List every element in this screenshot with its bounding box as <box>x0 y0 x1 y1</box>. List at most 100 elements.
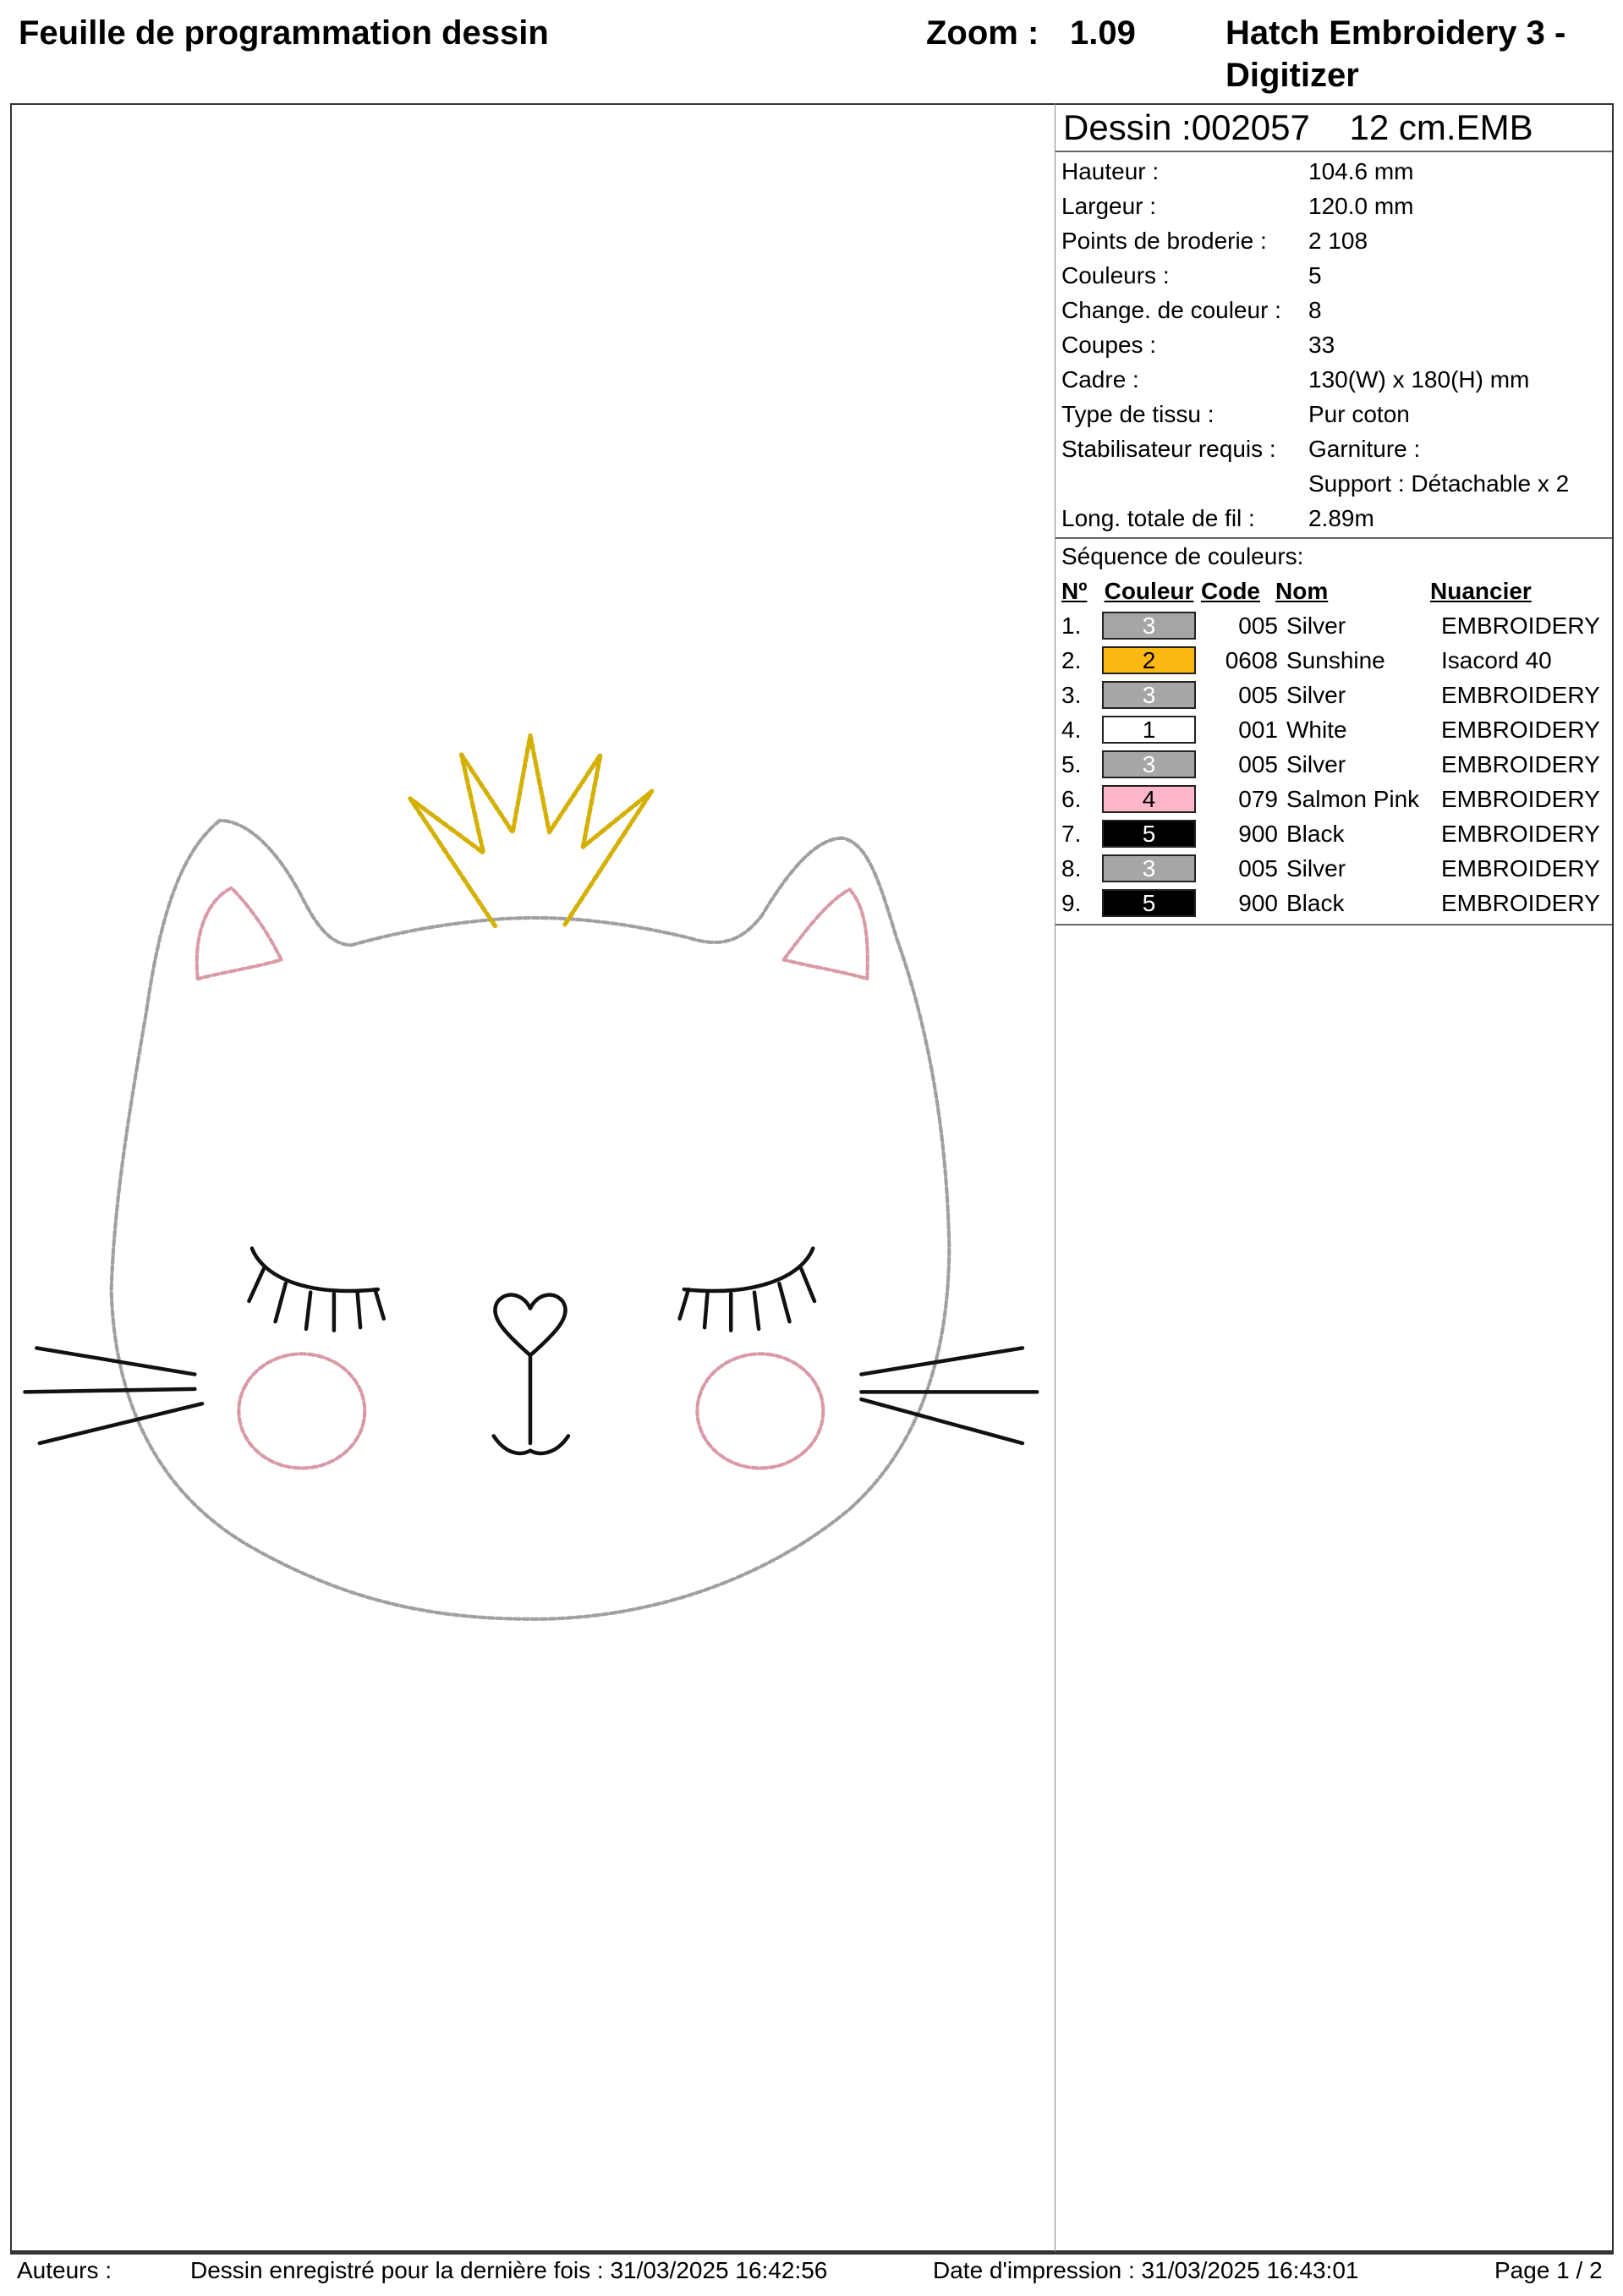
footer-printed: Date d'impression : 31/03/2025 16:43:01 <box>933 2257 1359 2283</box>
info-label: Long. totale de fil : <box>1061 505 1255 531</box>
col-code: Code <box>1201 578 1260 604</box>
info-label: Cadre : <box>1061 366 1139 393</box>
col-chart: Nuancier <box>1430 578 1532 604</box>
color-row: 4. 1 001 White EMBROIDERY <box>1061 712 1612 747</box>
design-title: Dessin :002057 12 cm.EMB <box>1055 105 1612 152</box>
zoom-label: Zoom : <box>926 14 1039 52</box>
color-row: 7. 5 900 Black EMBROIDERY <box>1061 816 1612 851</box>
info-label: Stabilisateur requis : <box>1061 436 1276 462</box>
info-row: Hauteur : 104.6 mm <box>1055 154 1612 189</box>
info-row: Points de broderie : 2 108 <box>1055 223 1612 258</box>
info-value-line: 33 <box>1308 332 1335 358</box>
color-chart: EMBROIDERY <box>1441 890 1600 916</box>
info-value: 5 <box>1308 258 1612 293</box>
color-code: 900 <box>1238 821 1278 847</box>
info-value: 33 <box>1308 327 1612 362</box>
row-no: 9. <box>1061 890 1082 916</box>
color-row: 5. 3 005 Silver EMBROIDERY <box>1061 747 1612 782</box>
color-row: 8. 3 005 Silver EMBROIDERY <box>1061 851 1612 886</box>
info-label: Largeur : <box>1061 193 1157 219</box>
info-row: Stabilisateur requis : Garniture : Support… <box>1055 431 1612 501</box>
info-value-line: 120.0 mm <box>1308 193 1414 219</box>
info-row: Change. de couleur : 8 <box>1055 293 1612 327</box>
color-row: 2. 2 0608 Sunshine Isacord 40 <box>1061 643 1612 678</box>
info-value-line: 130(W) x 180(H) mm <box>1308 366 1530 393</box>
color-chart: Isacord 40 <box>1441 647 1552 673</box>
info-value-line: 104.6 mm <box>1308 158 1414 184</box>
color-code: 0608 <box>1225 647 1278 673</box>
col-name: Nom <box>1275 578 1329 604</box>
color-swatch: 2 <box>1102 646 1196 674</box>
row-no: 5. <box>1061 751 1082 777</box>
row-no: 6. <box>1061 786 1082 812</box>
info-label: Coupes : <box>1061 332 1157 358</box>
info-label: Change. de couleur : <box>1061 297 1281 323</box>
col-color: Couleur <box>1104 578 1194 604</box>
color-name: White <box>1286 717 1347 743</box>
info-row: Largeur : 120.0 mm <box>1055 189 1612 223</box>
info-value: Garniture : Support : Détachable x 2 <box>1308 431 1612 501</box>
page-title: Feuille de programmation dessin <box>19 14 549 52</box>
color-chart: EMBROIDERY <box>1441 821 1600 847</box>
info-value: 120.0 mm <box>1308 189 1612 223</box>
color-chart: EMBROIDERY <box>1441 612 1600 639</box>
info-value: 2 108 <box>1308 223 1612 258</box>
info-label: Points de broderie : <box>1061 228 1267 254</box>
color-chart: EMBROIDERY <box>1441 682 1600 708</box>
info-label: Type de tissu : <box>1061 401 1215 427</box>
info-row: Type de tissu : Pur coton <box>1055 397 1612 431</box>
info-value-line: 8 <box>1308 297 1322 323</box>
info-value: Pur coton <box>1308 397 1612 431</box>
color-name: Black <box>1286 890 1345 916</box>
color-swatch: 1 <box>1102 716 1196 744</box>
info-value-line: 2 108 <box>1308 228 1368 254</box>
color-code: 005 <box>1238 612 1278 639</box>
design-info-list: Hauteur : 104.6 mm Largeur : 120.0 mm Points… <box>1055 152 1612 539</box>
color-swatch: 3 <box>1102 612 1196 640</box>
info-value-line: 5 <box>1308 262 1322 288</box>
row-no: 4. <box>1061 717 1082 743</box>
sequence-title: Séquence de couleurs: <box>1061 543 1304 569</box>
color-name: Black <box>1286 821 1345 847</box>
color-code: 005 <box>1238 682 1278 708</box>
color-row: 1. 3 005 Silver EMBROIDERY <box>1061 608 1612 643</box>
color-name: Salmon Pink <box>1286 786 1420 812</box>
color-row: 6. 4 079 Salmon Pink EMBROIDERY <box>1061 782 1612 816</box>
info-value: 2.89m <box>1308 501 1612 536</box>
color-row: 3. 3 005 Silver EMBROIDERY <box>1061 678 1612 712</box>
color-code: 900 <box>1238 890 1278 916</box>
color-sequence: Séquence de couleurs: Nº Couleur Code No… <box>1055 539 1612 926</box>
color-swatch: 3 <box>1102 681 1196 709</box>
info-value: 8 <box>1308 293 1612 327</box>
color-swatch: 3 <box>1102 750 1196 778</box>
color-name: Sunshine <box>1286 647 1385 673</box>
app-name: Hatch Embroidery 3 - Digitizer <box>1225 14 1566 94</box>
info-label: Hauteur : <box>1061 158 1160 184</box>
color-code: 079 <box>1238 786 1278 812</box>
info-row: Couleurs : 5 <box>1055 258 1612 293</box>
zoom-value: 1.09 <box>1070 14 1136 52</box>
color-code: 005 <box>1238 855 1278 882</box>
sequence-header: Nº Couleur Code Nom Nuancier <box>1061 574 1612 608</box>
color-chart: EMBROIDERY <box>1441 717 1600 743</box>
row-no: 3. <box>1061 682 1082 708</box>
color-row: 9. 5 900 Black EMBROIDERY <box>1061 886 1612 920</box>
info-value-line: Garniture : <box>1308 436 1421 462</box>
row-no: 1. <box>1061 612 1082 639</box>
color-chart: EMBROIDERY <box>1441 855 1600 882</box>
row-no: 7. <box>1061 821 1082 847</box>
col-no: Nº <box>1061 578 1088 604</box>
info-row: Cadre : 130(W) x 180(H) mm <box>1055 362 1612 397</box>
footer-authors: Auteurs : <box>17 2257 112 2283</box>
color-swatch: 3 <box>1102 854 1196 882</box>
color-swatch: 5 <box>1102 820 1196 848</box>
info-value-line: 2.89m <box>1308 505 1374 531</box>
row-no: 8. <box>1061 855 1082 882</box>
color-code: 001 <box>1238 717 1278 743</box>
footer-page: Page 1 / 2 <box>1494 2257 1603 2283</box>
design-info-panel: Dessin :002057 12 cm.EMB Hauteur : 104.6 … <box>1055 105 1612 926</box>
info-value-line: Pur coton <box>1308 401 1410 427</box>
color-name: Silver <box>1286 612 1346 639</box>
info-value-line: Support : Détachable x 2 <box>1308 470 1570 497</box>
color-name: Silver <box>1286 751 1346 777</box>
